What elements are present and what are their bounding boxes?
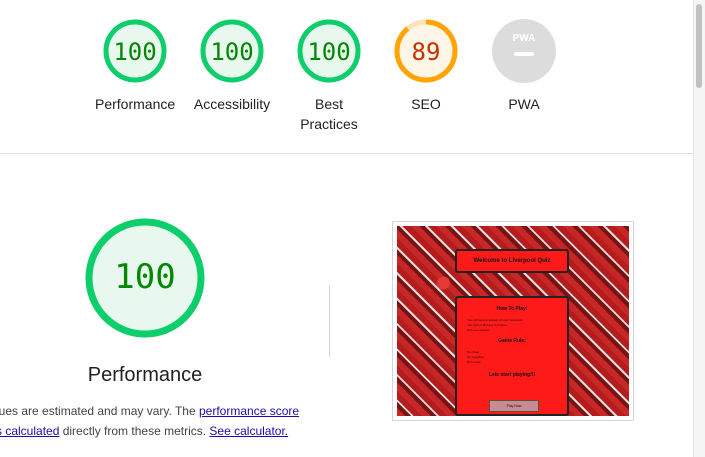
see-calculator-link[interactable]: See calculator. [209, 424, 288, 438]
gauge-pwa[interactable]: PWA PWA [484, 18, 564, 112]
svg-text:100: 100 [114, 257, 175, 297]
screenshot-button: Play Now [489, 400, 539, 412]
svg-text:89: 89 [412, 38, 441, 66]
gauge-label: Performance [95, 96, 176, 112]
performance-score-link[interactable]: performance score [199, 404, 299, 418]
screenshot-how-to: How To Play: [496, 306, 528, 312]
gauge-label: PWA [508, 96, 540, 112]
score-ring: 100 [200, 19, 264, 83]
screenshot-rule: No Googling [467, 355, 484, 359]
performance-title: Performance [87, 364, 203, 386]
screenshot-rules: Game Rule: [498, 338, 526, 344]
screenshot-panel: How To Play: You will have to answer 10 … [455, 296, 569, 416]
performance-description: lues are estimated and may vary. The per… [0, 401, 326, 441]
gauge-performance[interactable]: 100 Performance [95, 18, 175, 112]
score-ring: 89 [394, 19, 458, 83]
gauge-accessibility[interactable]: 100 Accessibility [182, 18, 282, 112]
scrollbar[interactable] [693, 0, 705, 457]
screenshot-rule: No cheat [467, 350, 480, 354]
gauge-label-line2: Practices [300, 116, 358, 132]
page-screenshot[interactable]: Welcome to Liverpool Quiz How To Play: Y… [392, 221, 634, 421]
svg-text:100: 100 [307, 38, 350, 66]
screenshot-heading: Welcome to Liverpool Quiz [455, 249, 569, 273]
calculated-link[interactable]: s calculated [0, 424, 59, 438]
score-ring: 100 [103, 19, 167, 83]
screenshot-image: Welcome to Liverpool Quiz How To Play: Y… [397, 226, 629, 416]
screenshot-rule: Be honest [467, 360, 481, 364]
gauge-seo[interactable]: 89 SEO [386, 18, 466, 112]
screenshot-line: Pick one answer [467, 328, 490, 332]
gauge-label: SEO [411, 96, 441, 112]
svg-text:100: 100 [210, 38, 253, 66]
performance-score-gauge: 100 [85, 218, 205, 338]
desc-text-2: directly from these metrics. [59, 424, 210, 438]
vertical-divider [329, 285, 330, 357]
gauge-best-practices[interactable]: 100 Best Practices [289, 18, 369, 132]
svg-text:100: 100 [113, 38, 156, 66]
screenshot-line: You will have to answer 10 quiz question… [467, 318, 523, 322]
pwa-badge-icon: PWA [492, 19, 556, 83]
gauge-label: Accessibility [193, 96, 271, 112]
desc-text: lues are estimated and may vary. The [0, 404, 199, 418]
svg-text:PWA: PWA [513, 33, 536, 44]
score-ring: 100 [297, 19, 361, 83]
screenshot-cta: Lets start playing!!! [488, 372, 536, 378]
section-divider [0, 153, 694, 154]
scrollbar-thumb[interactable] [696, 4, 702, 88]
gauge-label-line1: Best [314, 96, 343, 112]
screenshot-line: You have 2 Minutes to answer [467, 323, 508, 327]
